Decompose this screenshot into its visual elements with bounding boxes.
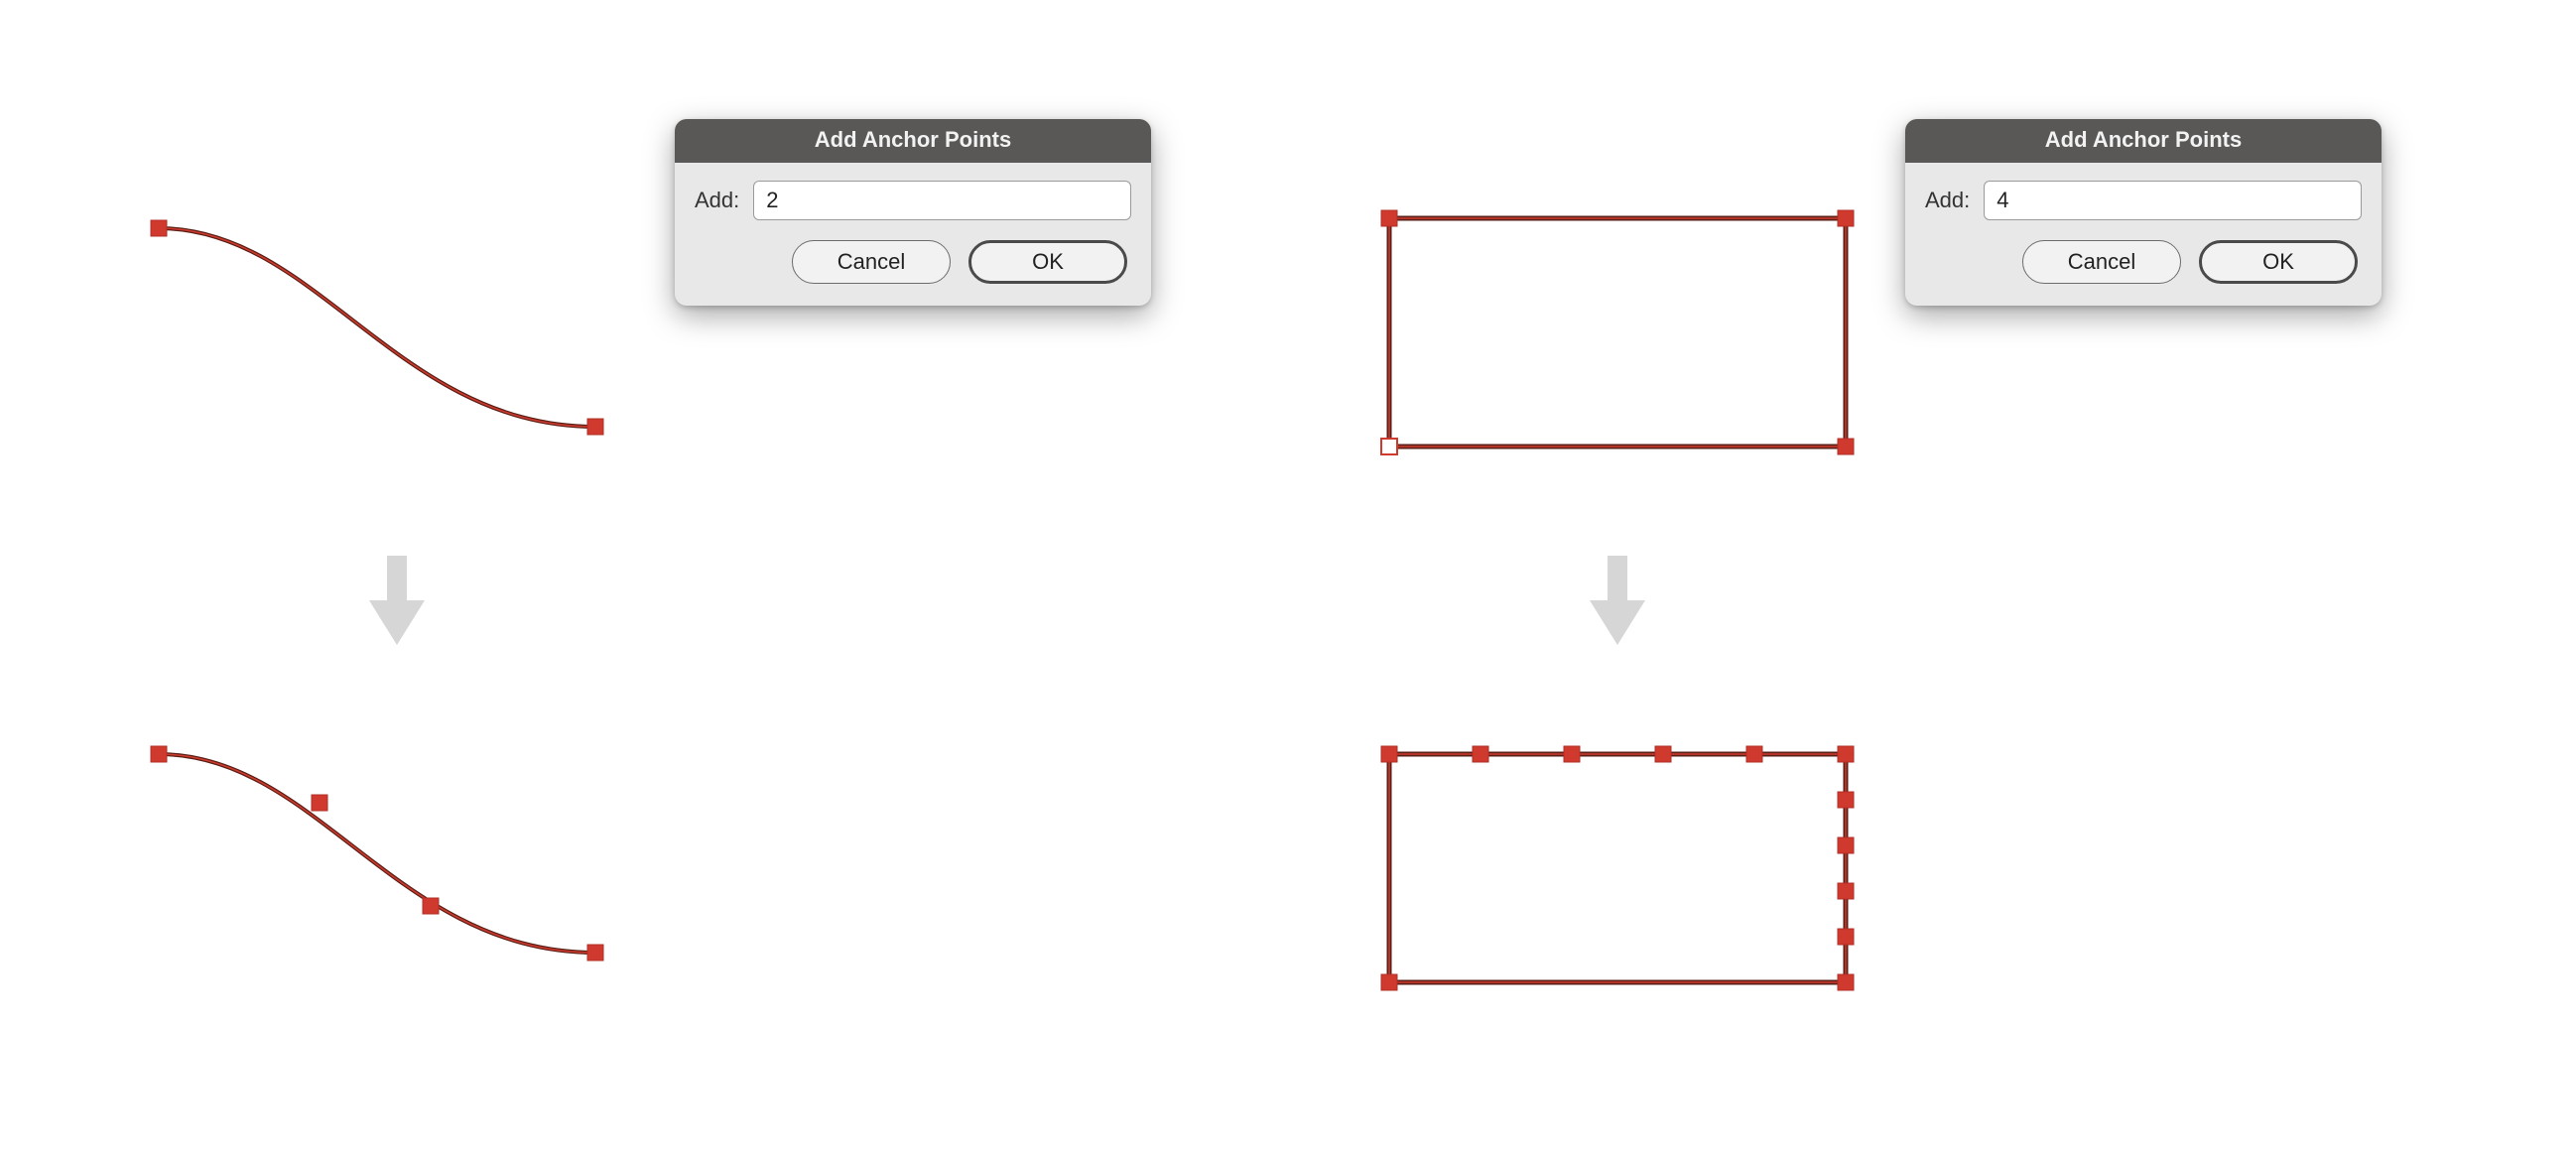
anchor-point [587, 419, 603, 435]
curve-after [139, 724, 655, 1002]
anchor-point [423, 898, 439, 914]
add-field-label: Add: [695, 188, 739, 213]
curve-before [139, 198, 655, 476]
anchor-point [312, 795, 327, 811]
anchor-point-unselected [1381, 439, 1397, 454]
add-field-input[interactable] [753, 181, 1131, 220]
rectangle-before [1369, 198, 1885, 476]
anchor-point [1838, 929, 1854, 945]
add-anchor-points-dialog: Add Anchor Points Add: Cancel OK [675, 119, 1151, 306]
add-field-input[interactable] [1984, 181, 2362, 220]
anchor-point [1838, 210, 1854, 226]
add-field-label: Add: [1925, 188, 1970, 213]
anchor-point [1838, 746, 1854, 762]
anchor-point [1838, 974, 1854, 990]
anchor-point [1838, 883, 1854, 899]
ok-button[interactable]: OK [2199, 240, 2358, 284]
anchor-point [151, 746, 167, 762]
cancel-button[interactable]: Cancel [792, 240, 951, 284]
anchor-point [1381, 210, 1397, 226]
anchor-point [1381, 746, 1397, 762]
anchor-point [1655, 746, 1671, 762]
anchor-point [1838, 439, 1854, 454]
dialog-title: Add Anchor Points [1905, 119, 2382, 163]
anchor-point [587, 945, 603, 961]
rectangle-after [1369, 734, 1885, 1012]
anchor-point [1381, 974, 1397, 990]
cancel-button[interactable]: Cancel [2022, 240, 2181, 284]
anchor-point [151, 220, 167, 236]
arrow-down-icon [367, 556, 427, 645]
anchor-point [1473, 746, 1488, 762]
add-anchor-points-dialog: Add Anchor Points Add: Cancel OK [1905, 119, 2382, 306]
ok-button[interactable]: OK [968, 240, 1127, 284]
dialog-title: Add Anchor Points [675, 119, 1151, 163]
anchor-point [1564, 746, 1580, 762]
anchor-point [1838, 837, 1854, 853]
anchor-point [1746, 746, 1762, 762]
arrow-down-icon [1588, 556, 1647, 645]
anchor-point [1838, 792, 1854, 808]
